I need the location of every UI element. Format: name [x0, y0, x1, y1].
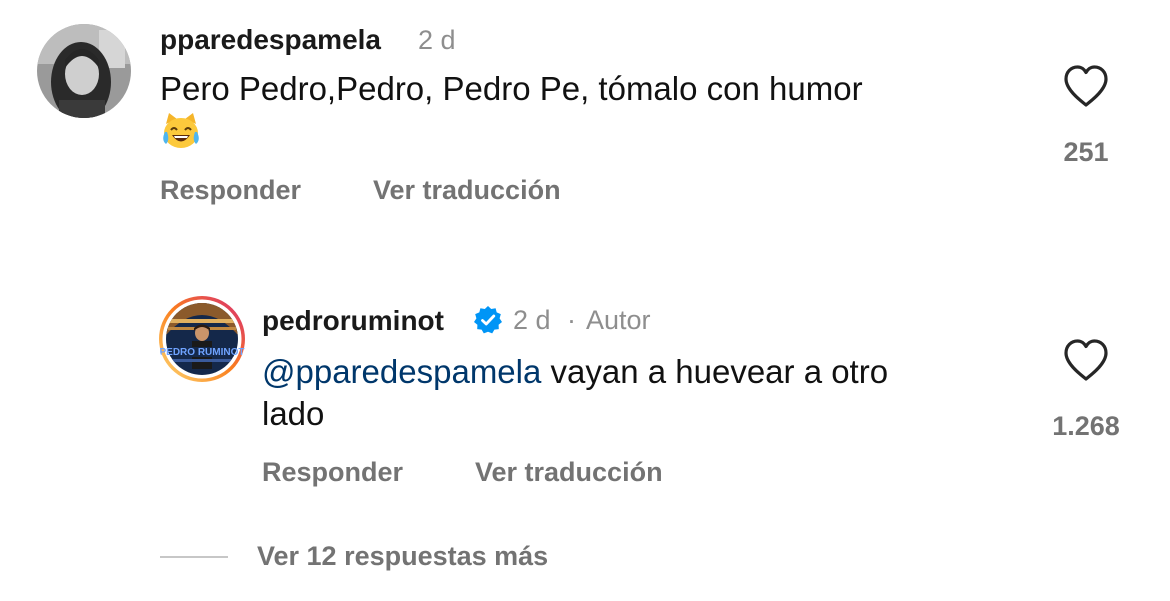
reply-button[interactable]: Responder — [262, 457, 403, 488]
comments-thread: pparedespamela 2 d Pero Pedro,Pedro, Ped… — [0, 0, 1170, 601]
meta-separator: · — [567, 305, 576, 335]
see-translation-button[interactable]: Ver traducción — [475, 457, 663, 488]
heart-icon[interactable] — [1062, 338, 1110, 382]
reply-username[interactable]: pedroruminot — [262, 305, 444, 337]
reply-timestamp: 2 d — [513, 305, 551, 335]
verified-badge-icon — [473, 305, 503, 335]
replies-divider — [160, 556, 228, 558]
like-count: 1.268 — [1052, 411, 1120, 441]
reply-button[interactable]: Responder — [160, 175, 301, 206]
joy-cat-emoji — [160, 110, 202, 152]
comment-username[interactable]: pparedespamela — [160, 24, 381, 56]
mention-link[interactable]: @pparedespamela — [262, 353, 541, 390]
see-translation-button[interactable]: Ver traducción — [373, 175, 561, 206]
avatar[interactable] — [37, 24, 131, 118]
comment-text: Pero Pedro,Pedro, Pedro Pe, tómalo con h… — [160, 70, 863, 107]
reply-text-line1: vayan a huevear a otro — [550, 353, 889, 390]
avatar[interactable]: PEDRO RUMINOT — [158, 295, 246, 383]
like-count: 251 — [1063, 137, 1109, 167]
reply-text-line2: lado — [262, 395, 325, 432]
author-badge: Autor — [586, 305, 651, 335]
view-more-replies-button[interactable]: Ver 12 respuestas más — [257, 541, 548, 572]
comment-timestamp: 2 d — [418, 25, 456, 55]
avatar-caption: PEDRO RUMINOT — [160, 347, 245, 358]
reply-text: @pparedespamela vayan a huevear a otro l… — [262, 351, 1022, 435]
heart-icon[interactable] — [1062, 64, 1110, 108]
